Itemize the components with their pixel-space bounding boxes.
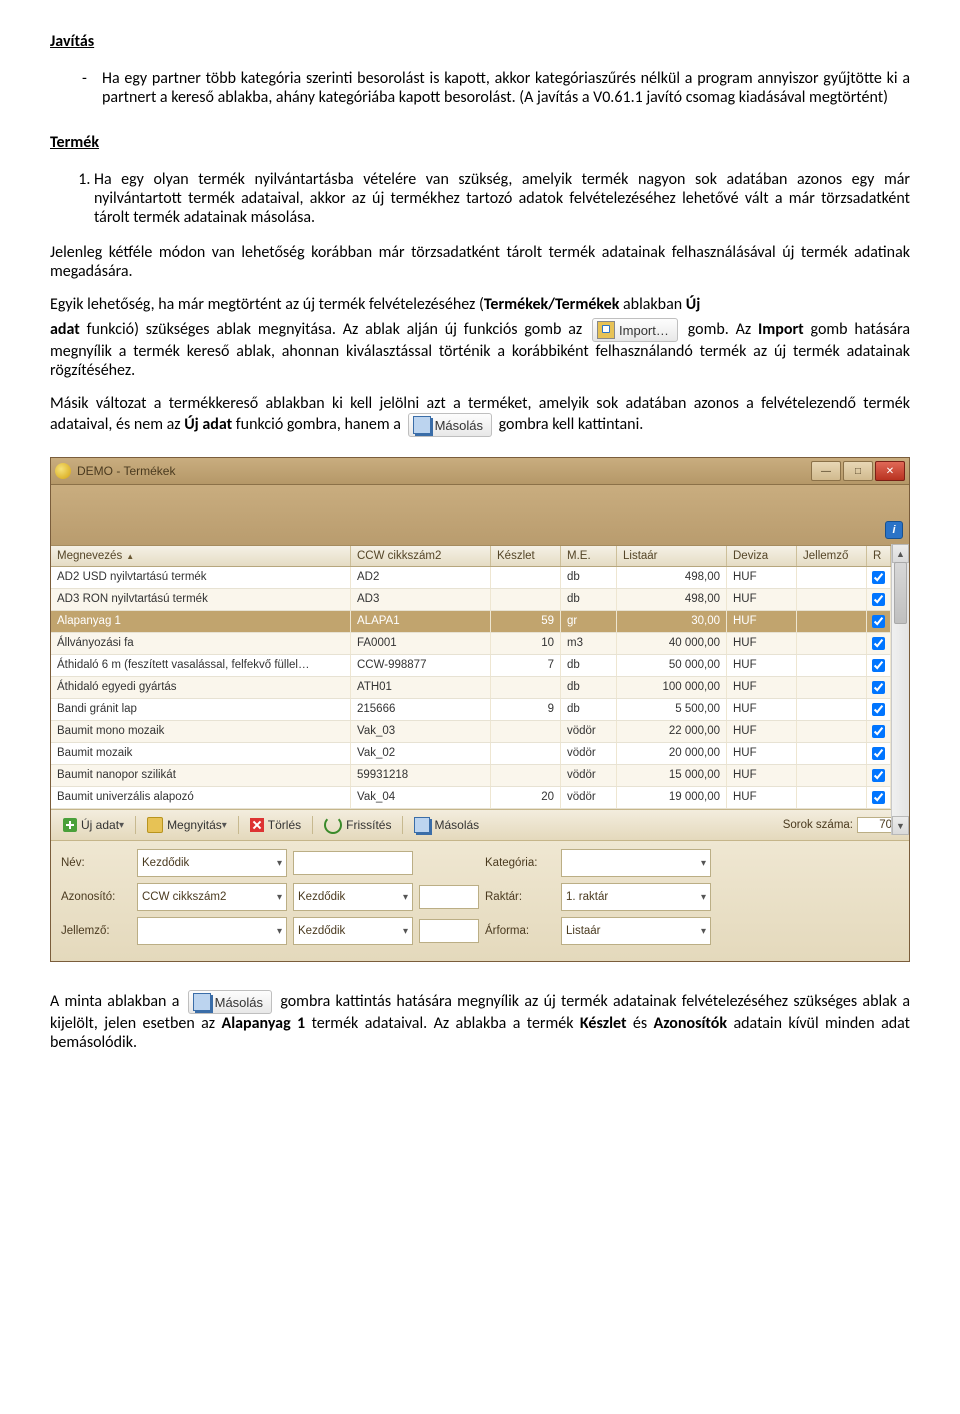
delete-icon [250, 818, 264, 832]
torles-button[interactable]: Törlés [244, 816, 307, 834]
minimize-button[interactable]: — [811, 461, 841, 481]
import-button[interactable]: Import… [592, 318, 678, 342]
maximize-button[interactable]: □ [843, 461, 873, 481]
masolas-button-inline-2[interactable]: Másolás [188, 990, 272, 1014]
row-checkbox[interactable] [872, 659, 885, 672]
col-keszlet: Készlet [491, 546, 561, 566]
label-jellemzo: Jellemző: [61, 925, 131, 937]
table-row[interactable]: AD2 USD nyilvtartású termékAD2db498,00HU… [51, 567, 909, 589]
jellemzo-type-select[interactable] [137, 917, 287, 945]
paragraph-4: Másik változat a termékkereső ablakban k… [50, 394, 910, 437]
javitas-text: Ha egy partner több kategória szerinti b… [102, 69, 910, 107]
row-checkbox[interactable] [872, 725, 885, 738]
masolas-button[interactable]: Másolás [408, 815, 485, 835]
table-row[interactable]: Baumit mozaikVak_02vödör20 000,00HUF [51, 743, 909, 765]
masolas-button-inline-1[interactable]: Másolás [408, 413, 492, 437]
open-icon [147, 817, 163, 833]
row-checkbox[interactable] [872, 593, 885, 606]
info-icon[interactable]: i [885, 521, 903, 539]
scroll-thumb[interactable] [894, 562, 907, 624]
col-listaar: Listaár [617, 546, 727, 566]
raktar-select[interactable]: 1. raktár [561, 883, 711, 911]
plus-icon [63, 818, 77, 832]
filter-panel: Név: Kezdődik Kategória: Azonosító: CCW … [51, 841, 909, 961]
table-row[interactable]: Bandi gránit lap2156669db5 500,00HUF [51, 699, 909, 721]
scroll-up-icon[interactable]: ▲ [892, 544, 909, 563]
frissites-button[interactable]: Frissítés [318, 814, 397, 836]
label-arforma: Árforma: [485, 925, 555, 937]
copy-icon [414, 817, 430, 833]
refresh-icon [324, 816, 342, 834]
row-checkbox[interactable] [872, 615, 885, 628]
copy-icon [413, 416, 431, 434]
table-row[interactable]: Baumit nanopor szilikát59931218vödör15 0… [51, 765, 909, 787]
grid-header[interactable]: Megnevezés CCW cikkszám2 Készlet M.E. Li… [51, 546, 909, 567]
copy-icon [193, 993, 211, 1011]
paragraph-1: Jelenleg kétféle módon van lehetőség kor… [50, 243, 910, 281]
azonosito-mode-select[interactable]: Kezdődik [293, 883, 413, 911]
table-row[interactable]: Baumit mono mozaikVak_03vödör22 000,00HU… [51, 721, 909, 743]
product-grid: Megnevezés CCW cikkszám2 Készlet M.E. Li… [51, 546, 909, 809]
megnyitas-button[interactable]: Megnyitás [141, 815, 233, 835]
heading-termek: Termék [50, 133, 99, 152]
kategoria-select[interactable] [561, 849, 711, 877]
arforma-select[interactable]: Listaár [561, 917, 711, 945]
nev-input[interactable] [293, 851, 413, 875]
jellemzo-mode-select[interactable]: Kezdődik [293, 917, 413, 945]
azonosito-input[interactable] [419, 885, 479, 909]
termek-list-item: Ha egy olyan termék nyilvántartásba véte… [94, 170, 910, 227]
col-megnevezes: Megnevezés [51, 546, 351, 566]
window-title: DEMO - Termékek [77, 464, 811, 478]
paragraph-2: Egyik lehetőség, ha már megtörtént az új… [50, 295, 910, 314]
table-row[interactable]: Állványozási faFA000110m340 000,00HUF [51, 633, 909, 655]
row-checkbox[interactable] [872, 791, 885, 804]
table-row[interactable]: Baumit univerzális alapozóVak_0420vödör1… [51, 787, 909, 809]
table-row[interactable]: Áthidaló egyedi gyártásATH01db100 000,00… [51, 677, 909, 699]
label-azonosito: Azonosító: [61, 891, 131, 903]
paragraph-5: A minta ablakban a Másolás gombra kattin… [50, 990, 910, 1052]
col-me: M.E. [561, 546, 617, 566]
col-r: R [867, 546, 891, 566]
import-icon [597, 321, 615, 339]
dash-bullet: - [82, 69, 102, 107]
row-checkbox[interactable] [872, 571, 885, 584]
bottom-toolbar: Új adat Megnyitás Törlés Frissítés Másol… [51, 809, 909, 841]
heading-javitas: Javítás [50, 32, 94, 51]
row-checkbox[interactable] [872, 769, 885, 782]
app-window: DEMO - Termékek — □ ✕ i Megnevezés CCW c… [50, 457, 910, 962]
table-row[interactable]: Alapanyag 1ALAPA159gr30,00HUF [51, 611, 909, 633]
table-row[interactable]: AD3 RON nyilvtartású termékAD3db498,00HU… [51, 589, 909, 611]
label-kategoria: Kategória: [485, 857, 555, 869]
row-checkbox[interactable] [872, 637, 885, 650]
ribbon-area: i [51, 485, 909, 546]
label-nev: Név: [61, 857, 131, 869]
app-icon [55, 463, 71, 479]
row-checkbox[interactable] [872, 681, 885, 694]
table-row[interactable]: Áthidaló 6 m (feszített vasalással, felf… [51, 655, 909, 677]
paragraph-3: adat funkció) szükséges ablak megnyitása… [50, 318, 910, 380]
titlebar: DEMO - Termékek — □ ✕ [51, 458, 909, 485]
jellemzo-input[interactable] [419, 919, 479, 943]
azonosito-type-select[interactable]: CCW cikkszám2 [137, 883, 287, 911]
scrollbar-vertical[interactable]: ▲ ▼ [891, 544, 909, 835]
nev-mode-select[interactable]: Kezdődik [137, 849, 287, 877]
row-count: Sorok száma: 70 [783, 817, 903, 833]
scroll-down-icon[interactable]: ▼ [892, 816, 909, 835]
label-raktar: Raktár: [485, 891, 555, 903]
row-checkbox[interactable] [872, 747, 885, 760]
uj-adat-button[interactable]: Új adat [57, 816, 130, 834]
row-checkbox[interactable] [872, 703, 885, 716]
col-deviza: Deviza [727, 546, 797, 566]
col-jellemzo: Jellemző [797, 546, 867, 566]
col-ccw: CCW cikkszám2 [351, 546, 491, 566]
close-button[interactable]: ✕ [875, 461, 905, 481]
